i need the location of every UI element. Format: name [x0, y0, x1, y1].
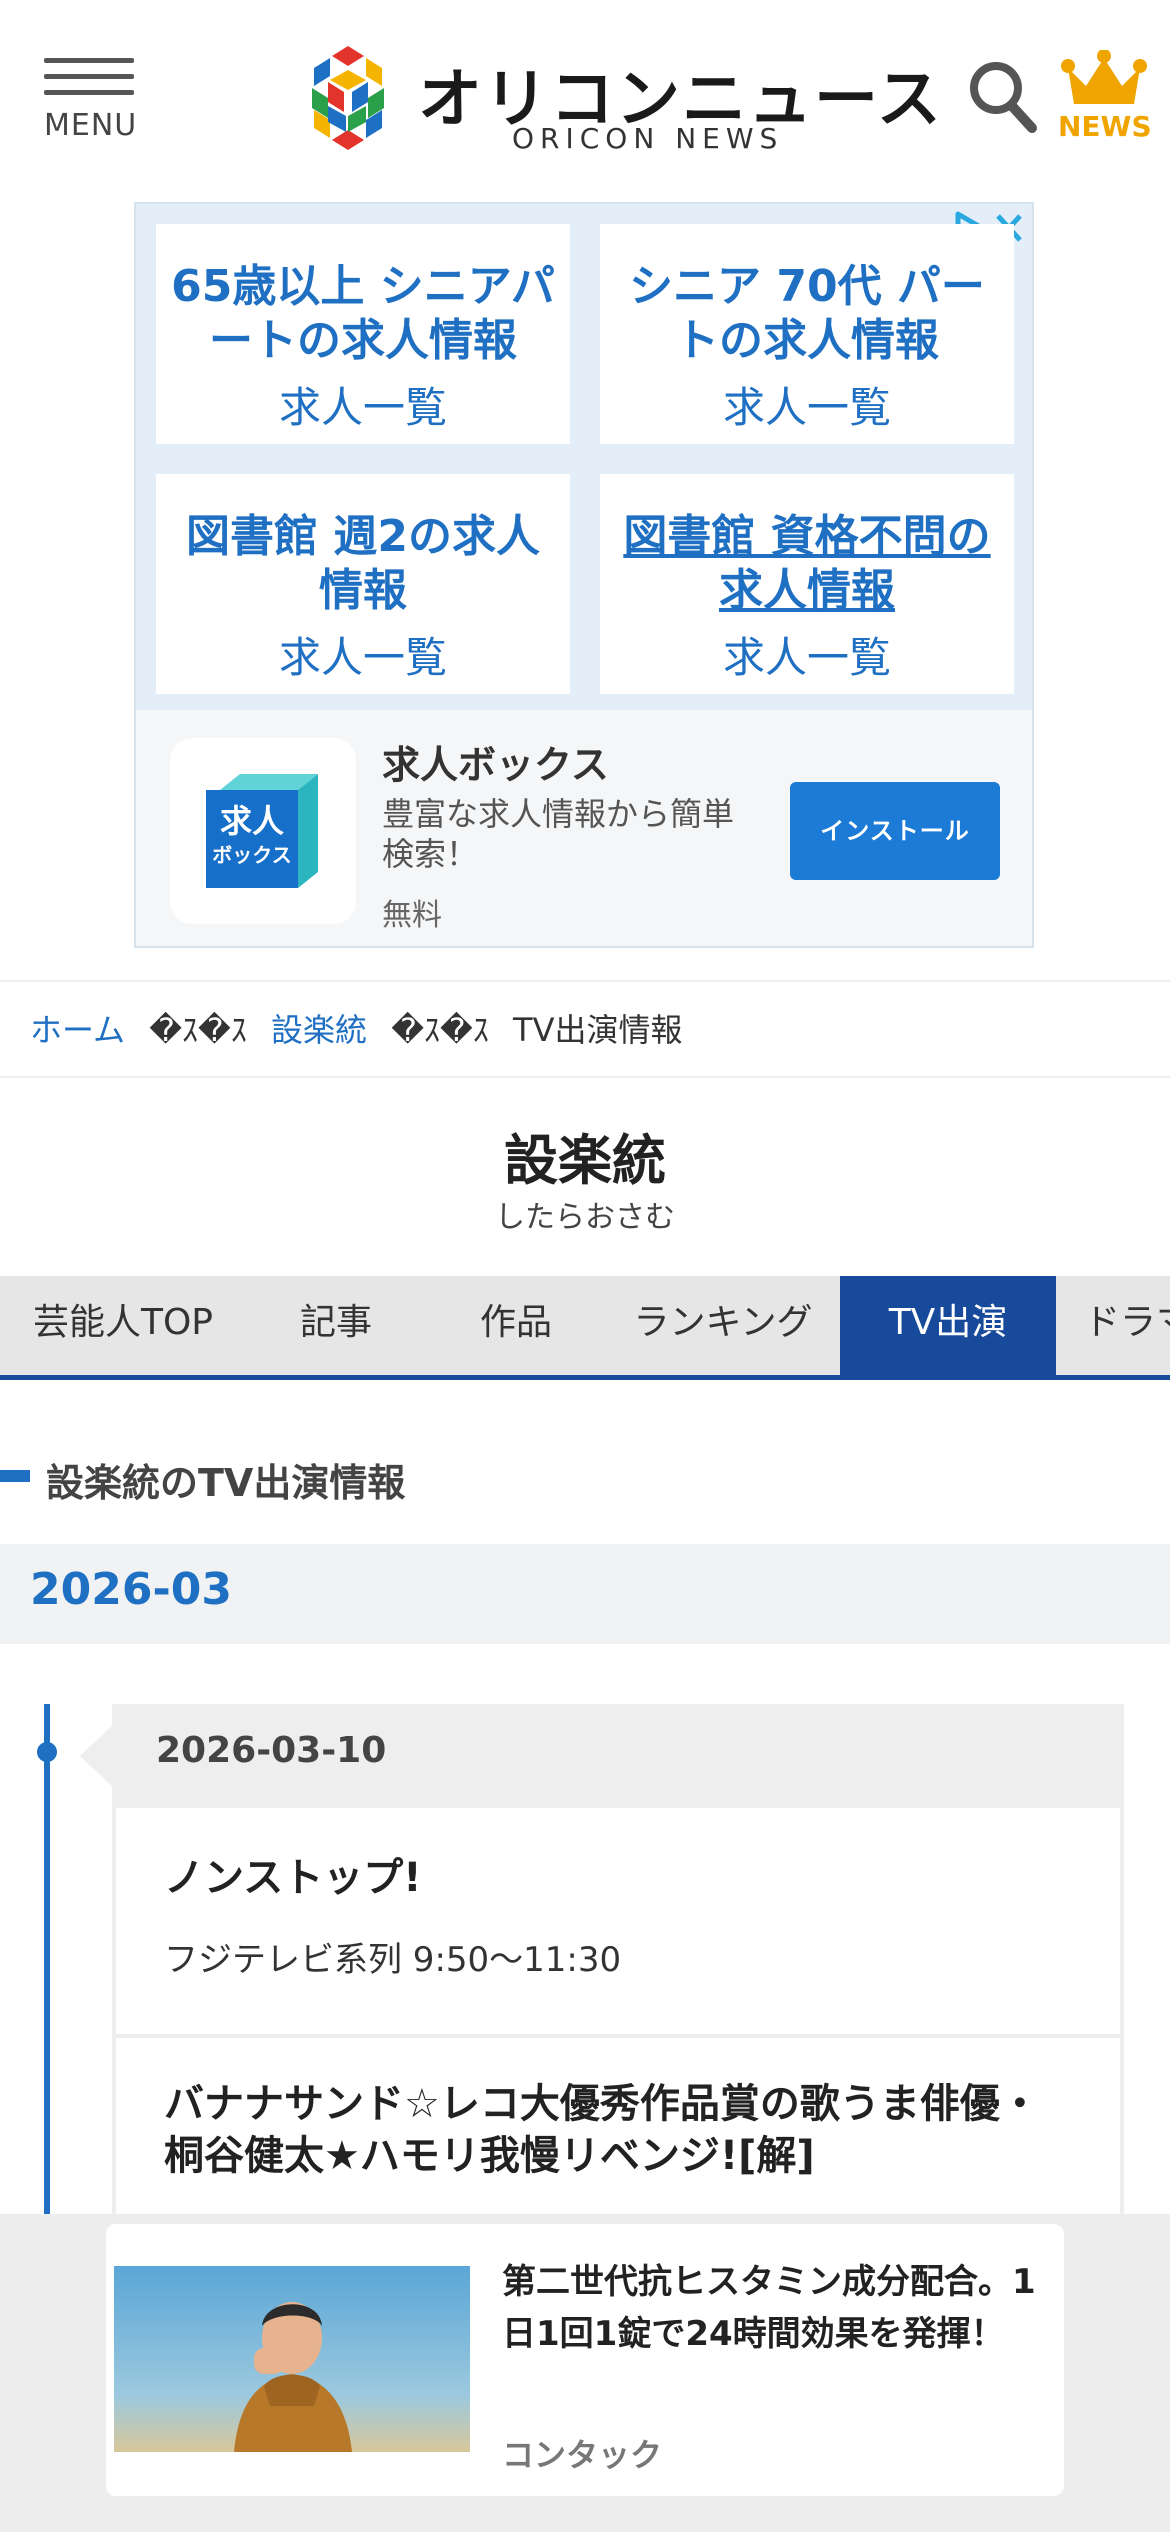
program-title: ノンストップ!: [164, 1855, 422, 1901]
sticky-ad-card[interactable]: 第二世代抗ヒスタミン成分配合。1日1回1錠で24時間効果を発揮！ コンタック: [106, 2224, 1064, 2496]
month-header: 2026-03: [0, 1544, 1170, 1644]
program-item[interactable]: ノンストップ! フジテレビ系列 9:50〜11:30: [116, 1808, 1120, 2034]
breadcrumb-current: TV出演情報: [513, 1011, 683, 1049]
tab-articles[interactable]: 記事: [246, 1276, 426, 1375]
program-channel: フジテレビ系列 9:50〜11:30: [164, 1940, 622, 1980]
menu-button[interactable]: MENU: [44, 58, 136, 148]
breadcrumb-separator: �ｽ�ｽ: [149, 1011, 247, 1049]
timeline-line: [44, 1704, 50, 2224]
app-name: 求人ボックス: [382, 743, 609, 787]
ad-job-cell[interactable]: 図書館 資格不問の求人情報 求人一覧: [600, 474, 1014, 694]
breadcrumb-separator: �ｽ�ｽ: [391, 1011, 489, 1049]
section-marker: [0, 1470, 30, 1482]
ad-job-link[interactable]: 求人一覧: [600, 374, 1014, 435]
ad-job-link[interactable]: 求人一覧: [156, 374, 570, 435]
menu-icon-line: [44, 90, 134, 95]
ad-job-title: 65歳以上 シニアパートの求人情報: [171, 261, 555, 366]
tab-ranking[interactable]: ランキング: [606, 1276, 840, 1375]
crown-icon: [1061, 50, 1147, 104]
tab-drama[interactable]: ドラマ: [1056, 1276, 1170, 1375]
sticky-ad: 第二世代抗ヒスタミン成分配合。1日1回1錠で24時間効果を発揮！ コンタック: [0, 2214, 1170, 2532]
app-icon-line: ボックス: [212, 843, 292, 867]
sticky-ad-title: 第二世代抗ヒスタミン成分配合。1日1回1錠で24時間効果を発揮！: [502, 2262, 1036, 2354]
app-icon: 求人 ボックス: [170, 738, 356, 924]
ad-job-title: 図書館 週2の求人情報: [186, 511, 540, 616]
date-label: 2026-03-10: [156, 1730, 387, 1771]
ad-job-cell[interactable]: 図書館 週2の求人情報 求人一覧: [156, 474, 570, 694]
ad-photo: [114, 2266, 470, 2452]
date-header: 2026-03-10: [112, 1704, 1124, 1808]
app-icon-text: 求人 ボックス: [206, 804, 298, 872]
program-list: ノンストップ! フジテレビ系列 9:50〜11:30 バナナサンド☆レコ大優秀作…: [112, 1808, 1124, 2238]
sticky-ad-sponsor: コンタック: [502, 2436, 663, 2474]
menu-icon-line: [44, 74, 134, 79]
section-heading: 設楽統のTV出演情報: [0, 1446, 1170, 1506]
ad-job-title: 図書館 資格不問の求人情報: [623, 511, 991, 616]
ad-job-cell[interactable]: シニア 70代 パートの求人情報 求人一覧: [600, 224, 1014, 444]
program-title: バナナサンド☆レコ大優秀作品賞の歌うま俳優・桐谷健太★ハモリ我慢リベンジ![解]: [164, 2081, 1040, 2179]
tab-works[interactable]: 作品: [426, 1276, 606, 1375]
ad-job-link[interactable]: 求人一覧: [600, 624, 1014, 685]
app-icon-line: 求人: [219, 802, 284, 840]
section-title: 設楽統のTV出演情報: [46, 1461, 406, 1505]
news-label: NEWS: [1058, 110, 1152, 143]
ad-job-title: シニア 70代 パートの求人情報: [629, 261, 985, 366]
app-price: 無料: [382, 898, 442, 933]
menu-icon-line: [44, 58, 134, 63]
page-title: 設楽統: [504, 1129, 666, 1192]
tab-tv[interactable]: TV出演: [840, 1276, 1056, 1375]
news-ranking-button[interactable]: NEWS: [1058, 50, 1152, 146]
ad-banner[interactable]: 65歳以上 シニアパートの求人情報 求人一覧 シニア 70代 パートの求人情報 …: [134, 202, 1034, 948]
month-label: 2026-03: [30, 1564, 232, 1615]
app-description: 豊富な求人情報から簡単検索！: [382, 795, 735, 873]
ad-job-cell[interactable]: 65歳以上 シニアパートの求人情報 求人一覧: [156, 224, 570, 444]
search-icon[interactable]: [966, 58, 1038, 134]
breadcrumb-artist-link[interactable]: 設楽統: [271, 1011, 367, 1049]
install-button[interactable]: インストール: [790, 782, 1000, 880]
oricon-news-logo[interactable]: オリコンニュース ORICON NEWS: [296, 42, 941, 155]
menu-label: MENU: [44, 108, 138, 143]
ad-person-image: [114, 2266, 470, 2452]
logo-mark-icon: [312, 46, 384, 150]
ad-app-install[interactable]: 求人 ボックス 求人ボックス 豊富な求人情報から簡単検索！ 無料 インストール: [136, 710, 1032, 946]
tab-top[interactable]: 芸能人TOP: [0, 1276, 246, 1375]
artist-tabs: 芸能人TOP 記事 作品 ランキング TV出演 ドラマ: [0, 1276, 1170, 1380]
logo-subtitle: ORICON NEWS: [512, 122, 784, 155]
ad-job-link[interactable]: 求人一覧: [156, 624, 570, 685]
timeline-dot: [37, 1742, 57, 1762]
site-header: MENU オリコンニュース ORICON NEWS NEWS: [0, 0, 1170, 200]
breadcrumb: ホーム �ｽ�ｽ 設楽統 �ｽ�ｽ TV出演情報: [0, 980, 1170, 1078]
date-pointer: [80, 1726, 112, 1786]
breadcrumb-home-link[interactable]: ホーム: [30, 1011, 125, 1049]
artist-kana: したらおさむ: [495, 1200, 675, 1235]
program-item[interactable]: バナナサンド☆レコ大優秀作品賞の歌うま俳優・桐谷健太★ハモリ我慢リベンジ![解]: [116, 2038, 1120, 2238]
